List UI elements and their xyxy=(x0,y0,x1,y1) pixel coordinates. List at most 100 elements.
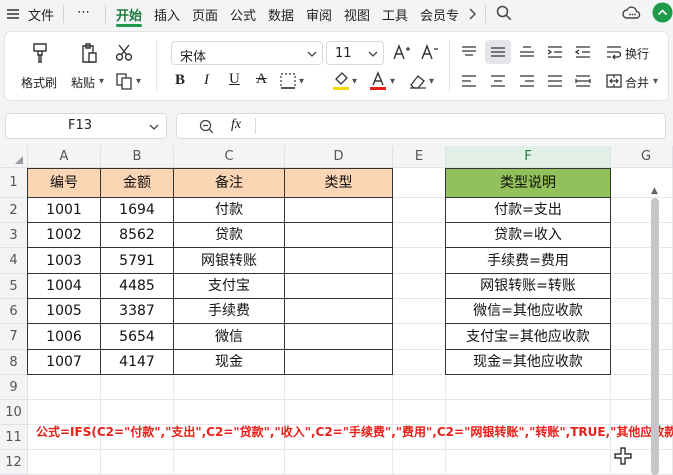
table-cell[interactable] xyxy=(285,248,393,274)
justify-icon[interactable] xyxy=(547,74,563,88)
tab-home[interactable]: 开始 xyxy=(116,5,142,24)
empty-cell[interactable] xyxy=(393,248,446,274)
empty-cell[interactable] xyxy=(393,274,446,299)
italic-icon[interactable]: I xyxy=(204,72,209,89)
column-header-a[interactable]: A xyxy=(28,146,101,168)
row-header[interactable]: 7 xyxy=(0,324,28,350)
empty-cell[interactable] xyxy=(393,450,446,475)
tab-data[interactable]: 数据 xyxy=(268,5,294,24)
empty-cell[interactable] xyxy=(611,299,673,324)
table-cell[interactable]: 1001 xyxy=(28,198,101,223)
table-cell[interactable]: 现金 xyxy=(174,350,285,375)
empty-cell[interactable] xyxy=(28,375,101,400)
tab-formula[interactable]: 公式 xyxy=(230,5,256,24)
table-cell[interactable]: 手续费 xyxy=(174,299,285,324)
legend-cell[interactable]: 支付宝=其他应收款 xyxy=(446,324,611,350)
empty-cell[interactable] xyxy=(611,198,673,223)
empty-cell[interactable] xyxy=(393,350,446,375)
empty-cell[interactable] xyxy=(393,299,446,324)
tab-tools[interactable]: 工具 xyxy=(382,5,408,24)
tab-page[interactable]: 页面 xyxy=(192,5,218,24)
empty-cell[interactable] xyxy=(28,400,101,425)
table-header-cell[interactable]: 金额 xyxy=(101,168,174,198)
empty-cell[interactable] xyxy=(101,400,174,425)
cut-icon[interactable] xyxy=(115,44,133,62)
chevron-right-icon[interactable] xyxy=(467,8,477,20)
chevron-down-icon[interactable] xyxy=(149,123,159,131)
table-cell[interactable]: 5791 xyxy=(101,248,174,274)
empty-cell[interactable] xyxy=(611,274,673,299)
row-header[interactable]: 4 xyxy=(0,248,28,274)
tab-insert[interactable]: 插入 xyxy=(154,5,180,24)
empty-cell[interactable] xyxy=(611,223,673,248)
empty-cell[interactable] xyxy=(174,450,285,475)
row-header[interactable]: 8 xyxy=(0,350,28,375)
strikethrough-icon[interactable]: A xyxy=(256,71,267,88)
outdent-icon[interactable] xyxy=(575,45,591,59)
table-cell[interactable]: 8562 xyxy=(101,223,174,248)
chevron-down-icon[interactable]: ▾ xyxy=(390,76,395,87)
clear-format-icon[interactable] xyxy=(409,73,427,89)
table-cell[interactable]: 1007 xyxy=(28,350,101,375)
tab-view[interactable]: 视图 xyxy=(344,5,370,24)
empty-cell[interactable] xyxy=(611,248,673,274)
empty-cell[interactable] xyxy=(611,324,673,350)
row-header[interactable]: 1 xyxy=(0,168,28,198)
empty-cell[interactable] xyxy=(393,375,446,400)
column-header-f[interactable]: F xyxy=(446,146,611,168)
chevron-down-icon[interactable]: ▾ xyxy=(136,76,141,87)
table-cell[interactable]: 付款 xyxy=(174,198,285,223)
empty-cell[interactable] xyxy=(446,375,611,400)
empty-cell[interactable] xyxy=(611,400,673,425)
empty-cell[interactable] xyxy=(285,400,393,425)
paste-label[interactable]: 粘贴 xyxy=(71,74,95,91)
empty-cell[interactable] xyxy=(174,400,285,425)
chevron-down-icon[interactable] xyxy=(368,50,378,58)
empty-cell[interactable] xyxy=(393,223,446,248)
column-header-b[interactable]: B xyxy=(101,146,174,168)
legend-cell[interactable]: 网银转账=转账 xyxy=(446,274,611,299)
row-header[interactable]: 12 xyxy=(0,450,28,475)
table-cell[interactable]: 贷款 xyxy=(174,223,285,248)
distributed-icon[interactable] xyxy=(575,74,591,88)
chevron-down-icon[interactable]: ▾ xyxy=(99,76,104,87)
increase-font-icon[interactable] xyxy=(393,44,411,60)
legend-cell[interactable]: 付款=支出 xyxy=(446,198,611,223)
table-cell[interactable]: 5654 xyxy=(101,324,174,350)
align-center-icon[interactable] xyxy=(490,74,506,88)
indent-icon[interactable] xyxy=(547,45,563,59)
tab-member[interactable]: 会员专 xyxy=(420,5,462,24)
merge-cells-icon[interactable] xyxy=(606,73,622,89)
chevron-down-icon[interactable]: ▾ xyxy=(429,76,434,87)
table-cell[interactable]: 4147 xyxy=(101,350,174,375)
table-cell[interactable]: 3387 xyxy=(101,299,174,324)
tab-review[interactable]: 审阅 xyxy=(306,5,332,24)
empty-cell[interactable] xyxy=(393,198,446,223)
search-icon[interactable] xyxy=(496,5,512,21)
table-cell[interactable]: 1003 xyxy=(28,248,101,274)
row-header[interactable]: 6 xyxy=(0,299,28,324)
table-cell[interactable]: 支付宝 xyxy=(174,274,285,299)
column-header-c[interactable]: C xyxy=(174,146,285,168)
font-color-icon[interactable] xyxy=(369,71,387,91)
align-left-icon[interactable] xyxy=(461,74,477,88)
row-header[interactable]: 10 xyxy=(0,400,28,425)
zoom-icon[interactable] xyxy=(199,119,214,134)
empty-cell[interactable] xyxy=(611,375,673,400)
empty-cell[interactable] xyxy=(446,400,611,425)
table-cell[interactable]: 网银转账 xyxy=(174,248,285,274)
table-cell[interactable]: 1694 xyxy=(101,198,174,223)
paste-icon[interactable] xyxy=(77,42,99,64)
empty-cell[interactable] xyxy=(101,450,174,475)
table-header-cell[interactable]: 编号 xyxy=(28,168,101,198)
cloud-icon[interactable] xyxy=(622,5,642,21)
row-header[interactable]: 11 xyxy=(0,425,28,450)
empty-cell[interactable] xyxy=(393,324,446,350)
decrease-font-icon[interactable] xyxy=(421,44,439,60)
empty-cell[interactable] xyxy=(393,168,446,198)
vertical-scrollbar[interactable] xyxy=(651,198,659,475)
fill-color-icon[interactable] xyxy=(332,71,350,91)
empty-cell[interactable] xyxy=(28,450,101,475)
empty-cell[interactable] xyxy=(611,350,673,375)
column-header-e[interactable]: E xyxy=(393,146,446,168)
